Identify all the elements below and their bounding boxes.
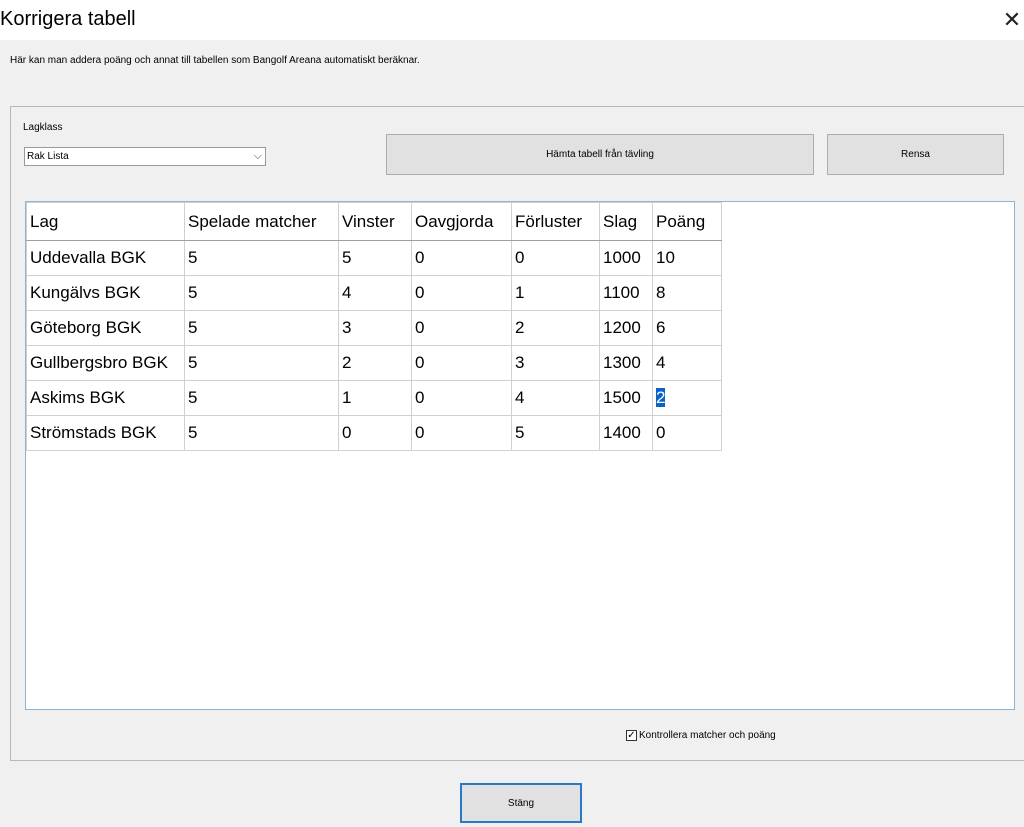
title-bar: Korrigera tabell ✕ — [0, 0, 1024, 40]
table-cell[interactable]: 4 — [652, 345, 722, 381]
lagklass-select[interactable]: Rak Lista ⌵ — [24, 147, 266, 166]
table-cell[interactable]: 0 — [338, 415, 412, 451]
table-cell[interactable]: 1000 — [599, 240, 653, 276]
table-cell[interactable]: Kungälvs BGK — [26, 275, 185, 311]
header-row: Lag Spelade matcher Vinster Oavgjorda Fö… — [26, 202, 722, 241]
table-row: Gullbergsbro BGK 5 2 0 3 1300 4 — [26, 345, 722, 381]
table-cell[interactable]: 3 — [511, 345, 600, 381]
table-cell[interactable]: 5 — [184, 275, 339, 311]
close-button[interactable]: Stäng — [460, 783, 582, 823]
table-cell[interactable]: 10 — [652, 240, 722, 276]
table-cell[interactable]: 0 — [652, 415, 722, 451]
table-cell[interactable]: Gullbergsbro BGK — [26, 345, 185, 381]
table-cell[interactable]: 1100 — [599, 275, 653, 311]
table-cell[interactable]: 0 — [511, 240, 600, 276]
clear-button[interactable]: Rensa — [827, 134, 1004, 175]
standings-table: Lag Spelade matcher Vinster Oavgjorda Fö… — [26, 202, 722, 451]
column-header-slag[interactable]: Slag — [599, 202, 653, 241]
column-header-spelade-matcher[interactable]: Spelade matcher — [184, 202, 339, 241]
table-cell[interactable]: 1 — [511, 275, 600, 311]
lagklass-label: Lagklass — [23, 122, 63, 133]
table-cell[interactable]: 4 — [511, 380, 600, 416]
table-cell[interactable]: 5 — [511, 415, 600, 451]
table-cell[interactable]: Uddevalla BGK — [26, 240, 185, 276]
table-cell[interactable]: 1300 — [599, 345, 653, 381]
table-cell[interactable]: 1 — [338, 380, 412, 416]
table-cell[interactable]: 1400 — [599, 415, 653, 451]
table-cell[interactable]: 1500 — [599, 380, 653, 416]
fetch-table-button[interactable]: Hämta tabell från tävling — [386, 134, 814, 175]
verify-checkbox-row[interactable]: ✓ Kontrollera matcher och poäng — [626, 730, 776, 741]
verify-checkbox[interactable]: ✓ — [626, 730, 637, 741]
table-cell[interactable]: 0 — [411, 415, 512, 451]
table-cell[interactable]: Strömstads BGK — [26, 415, 185, 451]
table-cell[interactable]: 0 — [411, 310, 512, 346]
table-row: Strömstads BGK 5 0 0 5 1400 0 — [26, 415, 722, 451]
verify-checkbox-label: Kontrollera matcher och poäng — [639, 730, 776, 741]
table-cell[interactable]: 5 — [184, 345, 339, 381]
table-cell[interactable]: 0 — [411, 380, 512, 416]
table-cell[interactable]: 5 — [184, 310, 339, 346]
table-row: Askims BGK 5 1 0 4 1500 2 — [26, 380, 722, 416]
table-row: Uddevalla BGK 5 5 0 0 1000 10 — [26, 240, 722, 276]
table-cell[interactable]: 0 — [411, 275, 512, 311]
selected-cell-text: 2 — [656, 388, 666, 407]
table-cell[interactable]: 3 — [338, 310, 412, 346]
table-cell[interactable]: 2 — [338, 345, 412, 381]
table-cell[interactable]: 0 — [411, 345, 512, 381]
table-cell-selected[interactable]: 2 — [652, 380, 722, 416]
column-header-vinster[interactable]: Vinster — [338, 202, 412, 241]
table-cell[interactable]: 5 — [338, 240, 412, 276]
table-cell[interactable]: 0 — [411, 240, 512, 276]
table-cell[interactable]: 5 — [184, 415, 339, 451]
table-cell[interactable]: 5 — [184, 240, 339, 276]
table-cell[interactable]: Göteborg BGK — [26, 310, 185, 346]
table-cell[interactable]: 1200 — [599, 310, 653, 346]
column-header-forluster[interactable]: Förluster — [511, 202, 600, 241]
table-cell[interactable]: 5 — [184, 380, 339, 416]
column-header-oavgjorda[interactable]: Oavgjorda — [411, 202, 512, 241]
column-header-lag[interactable]: Lag — [26, 202, 185, 241]
standings-grid[interactable]: Lag Spelade matcher Vinster Oavgjorda Fö… — [25, 201, 1015, 710]
column-header-poang[interactable]: Poäng — [652, 202, 722, 241]
description-text: Här kan man addera poäng och annat till … — [10, 55, 420, 66]
window-title: Korrigera tabell — [0, 8, 136, 30]
table-cell[interactable]: 2 — [511, 310, 600, 346]
chevron-down-icon: ⌵ — [253, 150, 262, 162]
lagklass-selected-value: Rak Lista — [27, 151, 69, 162]
table-row: Kungälvs BGK 5 4 0 1 1100 8 — [26, 275, 722, 311]
table-row: Göteborg BGK 5 3 0 2 1200 6 — [26, 310, 722, 346]
table-cell[interactable]: Askims BGK — [26, 380, 185, 416]
table-cell[interactable]: 6 — [652, 310, 722, 346]
close-icon[interactable]: ✕ — [1000, 6, 1024, 34]
table-cell[interactable]: 8 — [652, 275, 722, 311]
table-cell[interactable]: 4 — [338, 275, 412, 311]
